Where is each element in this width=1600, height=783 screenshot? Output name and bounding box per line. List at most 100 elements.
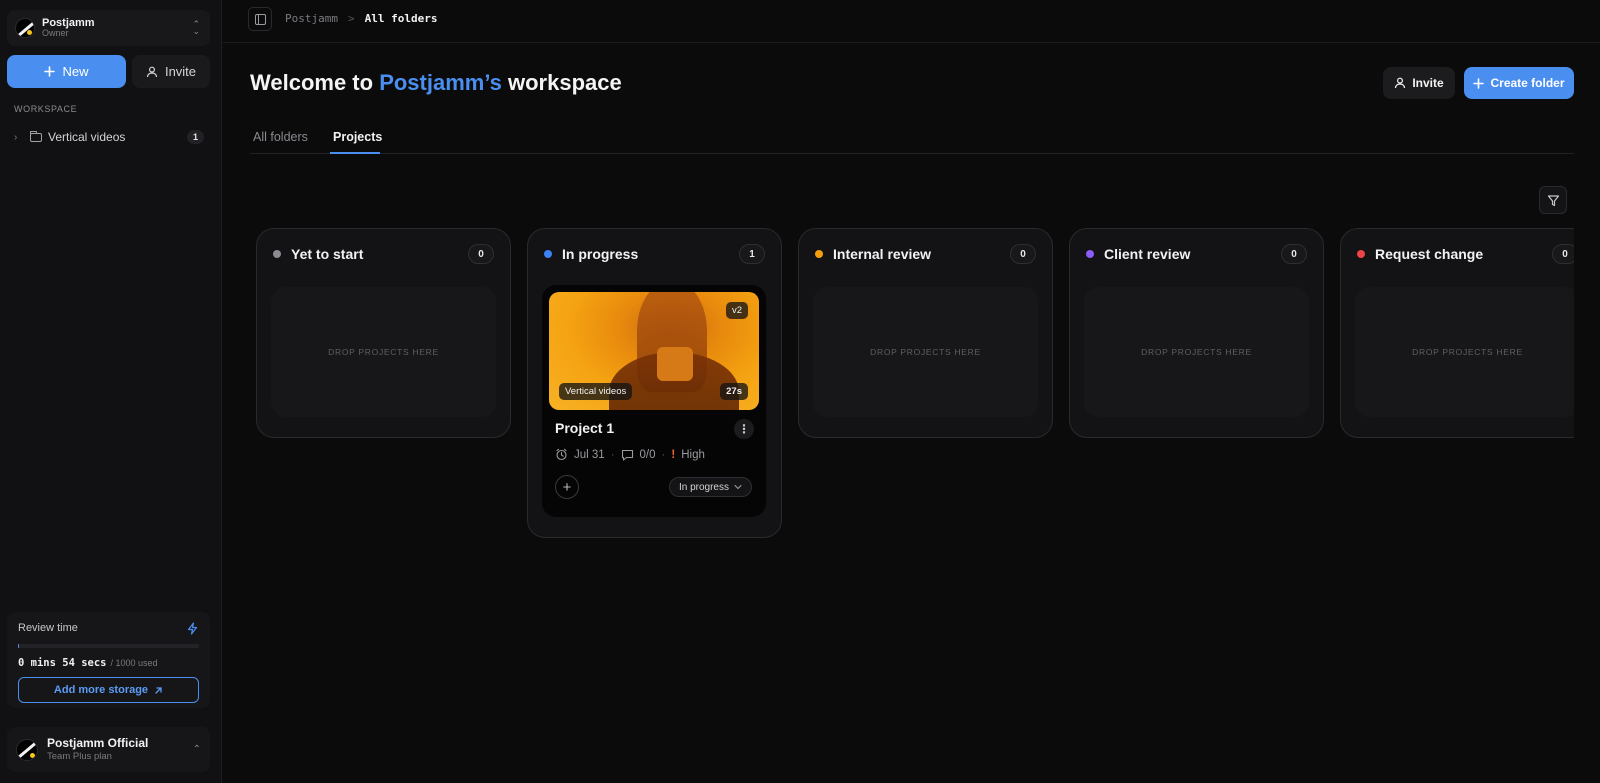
project-card[interactable]: v2 Vertical videos 27s Project 1 ⋮ Jul 3… bbox=[542, 285, 766, 517]
view-tabs: All folders Projects bbox=[250, 120, 1574, 154]
column-title: Client review bbox=[1104, 246, 1191, 262]
breadcrumb-root[interactable]: Postjamm bbox=[285, 12, 338, 25]
workspace-switcher[interactable]: Postjamm Owner ⌃ ⌄ bbox=[7, 10, 210, 46]
breadcrumb: Postjamm > All folders bbox=[285, 12, 437, 25]
account-name: Postjamm Official bbox=[47, 736, 149, 751]
chevron-down-icon bbox=[734, 484, 742, 490]
title-prefix: Welcome to bbox=[250, 70, 380, 95]
top-bar: Postjamm > All folders bbox=[223, 0, 1600, 43]
column-in-progress: In progress 1 v2 Vertical videos 27s Pro… bbox=[527, 228, 782, 538]
column-yet-to-start: Yet to start 0 DROP PROJECTS HERE bbox=[256, 228, 511, 438]
workspace-section-label: WORKSPACE bbox=[14, 104, 78, 114]
filter-icon bbox=[1547, 194, 1560, 207]
version-badge[interactable]: v2 bbox=[725, 302, 748, 319]
account-logo bbox=[16, 738, 38, 761]
drop-zone[interactable]: DROP PROJECTS HERE bbox=[1084, 287, 1309, 417]
column-count: 0 bbox=[1552, 244, 1574, 264]
due-date[interactable]: Jul 31 bbox=[574, 449, 605, 461]
review-time-total: / 1000 used bbox=[110, 658, 158, 668]
invite-button-label: Invite bbox=[164, 64, 197, 79]
duration-badge: 27s bbox=[720, 383, 748, 400]
review-time-title: Review time bbox=[18, 622, 78, 634]
comment-icon bbox=[621, 449, 634, 461]
status-dot bbox=[1357, 250, 1365, 258]
workspace-logo bbox=[15, 18, 35, 38]
plus-icon bbox=[1473, 77, 1485, 89]
create-folder-button[interactable]: Create folder bbox=[1464, 67, 1574, 99]
bolt-icon bbox=[187, 622, 198, 635]
status-dot bbox=[273, 250, 281, 258]
user-icon bbox=[1394, 77, 1406, 89]
status-dot bbox=[1086, 250, 1094, 258]
add-more-storage-label: Add more storage bbox=[53, 684, 149, 696]
column-count: 1 bbox=[739, 244, 765, 264]
project-title: Project 1 bbox=[555, 420, 615, 436]
title-workspace-name: Postjamm’s bbox=[379, 70, 502, 95]
status-dropdown[interactable]: In progress bbox=[668, 477, 752, 497]
meta-separator: · bbox=[661, 448, 666, 461]
active-tab-indicator bbox=[330, 152, 380, 154]
account-plan: Team Plus plan bbox=[47, 751, 112, 763]
review-time-progress bbox=[18, 644, 199, 648]
chevron-right-icon[interactable]: › bbox=[14, 132, 24, 143]
new-button-label: New bbox=[62, 64, 89, 79]
meta-separator: · bbox=[610, 448, 615, 461]
plus-icon bbox=[44, 66, 56, 77]
due-date-icon bbox=[555, 448, 568, 461]
column-title: Yet to start bbox=[291, 246, 364, 262]
status-dot bbox=[544, 250, 552, 258]
priority-icon: ! bbox=[671, 448, 676, 461]
tab-all-folders[interactable]: All folders bbox=[253, 130, 308, 144]
sidebar-item-count: 1 bbox=[186, 130, 204, 144]
column-request-change: Request change 0 DROP PROJECTS HERE bbox=[1340, 228, 1574, 438]
project-meta: Jul 31 · 0/0 · ! High bbox=[555, 448, 705, 461]
sidebar-item-vertical-videos[interactable]: › Vertical videos 1 bbox=[14, 127, 204, 147]
chevron-up-icon: ⌃ bbox=[192, 744, 201, 755]
drop-zone[interactable]: DROP PROJECTS HERE bbox=[1355, 287, 1574, 417]
priority-label[interactable]: High bbox=[681, 449, 705, 461]
collapse-sidebar-button[interactable] bbox=[248, 7, 272, 31]
add-assignee-button[interactable]: + bbox=[555, 475, 579, 499]
column-count: 0 bbox=[1010, 244, 1036, 264]
thumbnail-neck bbox=[657, 347, 693, 381]
invite-button[interactable]: Invite bbox=[132, 55, 210, 88]
column-client-review: Client review 0 DROP PROJECTS HERE bbox=[1069, 228, 1324, 438]
drop-zone[interactable]: DROP PROJECTS HERE bbox=[813, 287, 1038, 417]
kanban-board: Yet to start 0 DROP PROJECTS HERE In pro… bbox=[256, 228, 1574, 548]
comment-count: 0/0 bbox=[639, 448, 656, 461]
tab-projects[interactable]: Projects bbox=[333, 130, 382, 144]
sidebar-item-label: Vertical videos bbox=[48, 130, 126, 144]
folder-icon bbox=[30, 130, 42, 142]
title-suffix: workspace bbox=[501, 70, 622, 95]
header-invite-button[interactable]: Invite bbox=[1383, 67, 1455, 99]
filter-button[interactable] bbox=[1539, 186, 1567, 214]
column-title: Internal review bbox=[833, 246, 932, 262]
header-invite-label: Invite bbox=[1412, 76, 1444, 90]
drop-zone[interactable]: DROP PROJECTS HERE bbox=[271, 287, 496, 417]
project-thumbnail[interactable]: v2 Vertical videos 27s bbox=[549, 292, 759, 410]
status-dot bbox=[815, 250, 823, 258]
more-options-icon[interactable]: ⋮ bbox=[734, 419, 754, 439]
column-title: In progress bbox=[562, 246, 639, 262]
review-time-card: Review time 0 mins 54 secs/ 1000 used Ad… bbox=[7, 612, 210, 708]
review-time-used: 0 mins 54 secs bbox=[18, 657, 107, 669]
column-count: 0 bbox=[1281, 244, 1307, 264]
page-title: Welcome to Postjamm’s workspace bbox=[250, 70, 622, 96]
column-count: 0 bbox=[468, 244, 494, 264]
breadcrumb-separator: > bbox=[347, 12, 355, 25]
sidebar-toggle-icon bbox=[254, 13, 266, 25]
account-switcher[interactable]: Postjamm Official Team Plus plan ⌃ bbox=[7, 727, 210, 772]
add-more-storage-button[interactable]: Add more storage bbox=[18, 677, 199, 703]
arrow-up-right-icon bbox=[154, 686, 163, 695]
column-title: Request change bbox=[1375, 246, 1484, 262]
workspace-role: Owner bbox=[42, 28, 69, 39]
new-button[interactable]: New bbox=[7, 55, 126, 88]
column-internal-review: Internal review 0 DROP PROJECTS HERE bbox=[798, 228, 1053, 438]
chevron-up-down-icon: ⌃ ⌄ bbox=[192, 19, 200, 36]
user-icon bbox=[146, 66, 158, 78]
breadcrumb-current: All folders bbox=[364, 12, 438, 25]
folder-badge: Vertical videos bbox=[559, 383, 633, 400]
create-folder-label: Create folder bbox=[1490, 76, 1565, 90]
sidebar: Postjamm Owner ⌃ ⌄ New Invite WORKSPACE ›… bbox=[0, 0, 222, 783]
status-dropdown-value: In progress bbox=[678, 481, 729, 493]
